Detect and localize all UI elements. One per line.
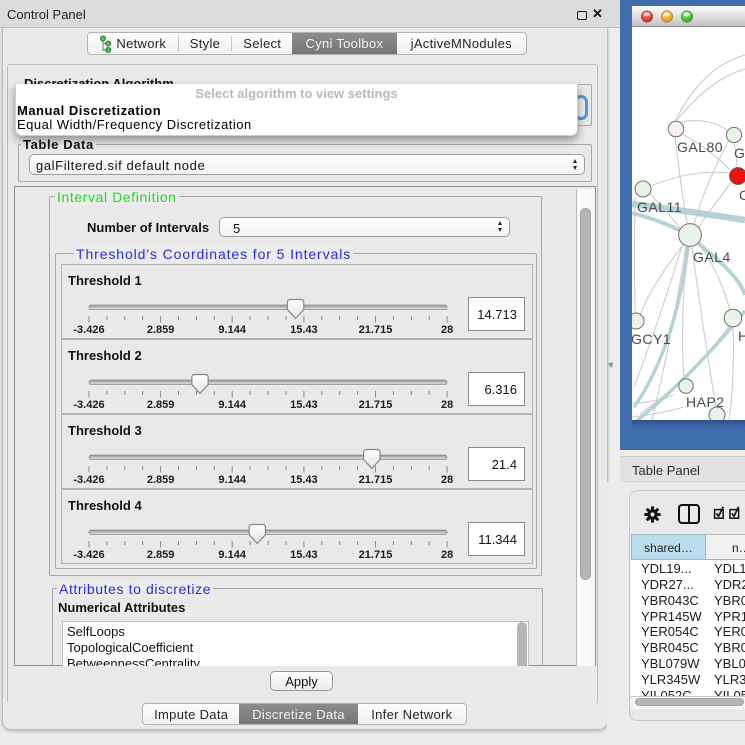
svg-text:GAL80: GAL80 [677, 139, 723, 155]
svg-text:2.859: 2.859 [147, 549, 175, 561]
svg-text:GA: GA [734, 145, 745, 161]
svg-text:-3.426: -3.426 [73, 399, 104, 411]
svg-text:H: H [738, 328, 745, 344]
svg-text:2.859: 2.859 [147, 474, 175, 486]
svg-text:2.859: 2.859 [147, 399, 175, 411]
svg-text:HAP2: HAP2 [686, 394, 725, 410]
svg-text:28: 28 [441, 549, 453, 561]
svg-text:21.715: 21.715 [359, 549, 393, 561]
svg-text:9.144: 9.144 [218, 399, 246, 411]
svg-text:21.715: 21.715 [359, 324, 393, 336]
svg-text:GAL4: GAL4 [693, 249, 731, 265]
svg-text:GCY1: GCY1 [632, 331, 671, 347]
svg-text:21.715: 21.715 [359, 399, 393, 411]
svg-text:-3.426: -3.426 [73, 324, 104, 336]
svg-text:9.144: 9.144 [218, 549, 246, 561]
svg-text:C: C [739, 187, 745, 203]
svg-text:21.715: 21.715 [359, 474, 393, 486]
svg-text:15.43: 15.43 [290, 549, 318, 561]
svg-text:2.859: 2.859 [147, 324, 175, 336]
svg-text:15.43: 15.43 [290, 474, 318, 486]
svg-text:15.43: 15.43 [290, 324, 318, 336]
svg-text:15.43: 15.43 [290, 399, 318, 411]
svg-text:-3.426: -3.426 [73, 549, 104, 561]
svg-text:28: 28 [441, 474, 453, 486]
svg-text:9.144: 9.144 [218, 324, 246, 336]
svg-text:9.144: 9.144 [218, 474, 246, 486]
svg-text:-3.426: -3.426 [73, 474, 104, 486]
svg-text:GAL11: GAL11 [637, 199, 682, 215]
svg-text:28: 28 [441, 399, 453, 411]
svg-text:28: 28 [441, 324, 453, 336]
